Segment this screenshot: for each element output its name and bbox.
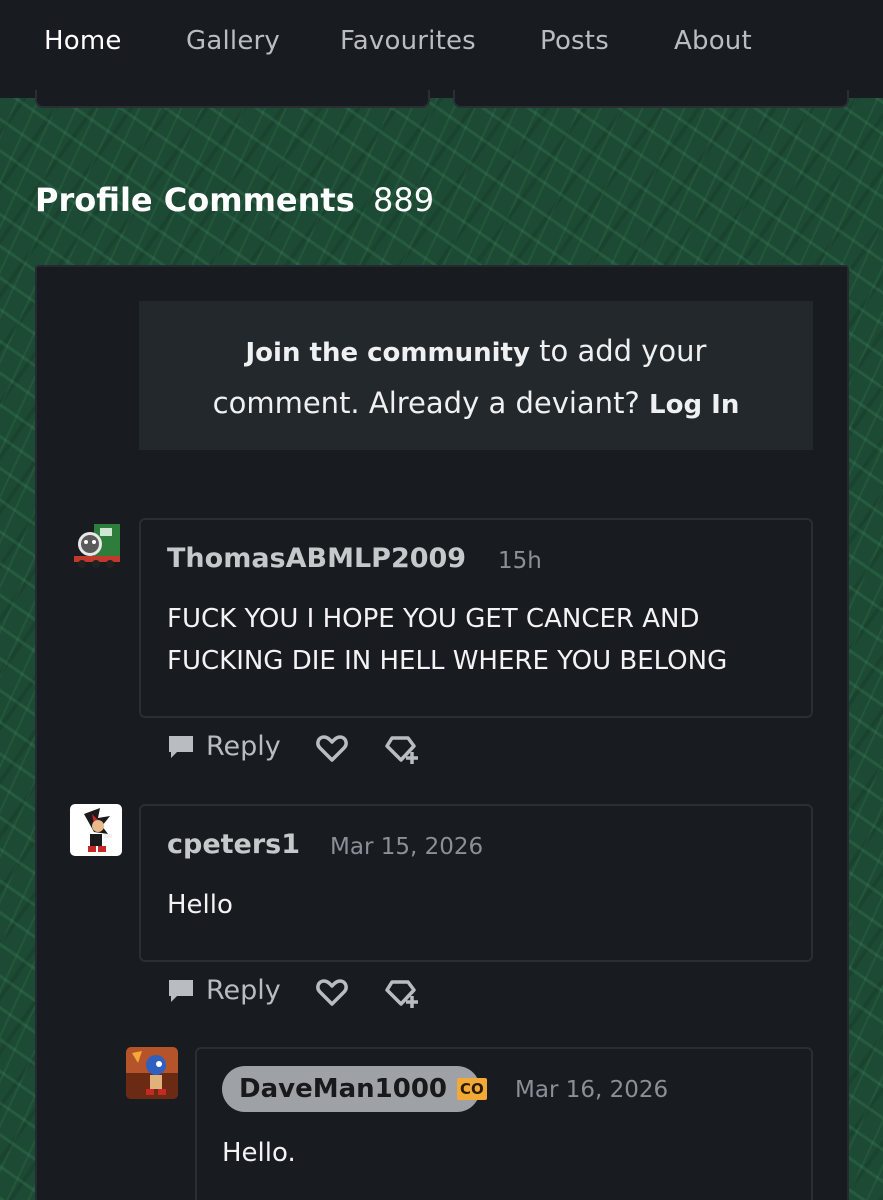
comment-author[interactable]: cpeters1 bbox=[167, 829, 300, 860]
tank-engine-avatar[interactable] bbox=[70, 518, 122, 570]
comment-line: FUCK YOU I HOPE YOU GET CANCER AND bbox=[167, 604, 700, 634]
comment-card bbox=[139, 804, 813, 962]
join-line-1: Join the community to add your bbox=[139, 326, 813, 378]
hedgehog-avatar[interactable] bbox=[70, 804, 122, 856]
comment-count: 889 bbox=[373, 181, 435, 219]
comment-author[interactable]: ThomasABMLP2009 bbox=[167, 543, 466, 574]
heart-icon bbox=[316, 979, 348, 1006]
nav-tab-about[interactable]: About bbox=[674, 26, 752, 56]
comment-line: Hello. bbox=[222, 1138, 296, 1168]
badge-plus-icon bbox=[385, 736, 418, 764]
core-badge: CO bbox=[457, 1078, 487, 1100]
favourite-button[interactable] bbox=[316, 734, 348, 764]
section-title: Profile Comments bbox=[35, 181, 355, 219]
nav-tab-home[interactable]: Home bbox=[44, 26, 122, 56]
comment-body: FUCK YOU I HOPE YOU GET CANCER AND FUCKI… bbox=[167, 598, 727, 682]
award-button[interactable] bbox=[384, 978, 420, 1010]
heart-icon bbox=[316, 735, 348, 762]
join-community-prompt: Join the community to add your comment. … bbox=[139, 301, 813, 450]
speech-bubble-icon bbox=[169, 735, 193, 758]
card-stub-right bbox=[453, 90, 849, 108]
game-art-avatar[interactable] bbox=[126, 1047, 178, 1099]
badge-plus-icon bbox=[385, 980, 418, 1008]
favourite-button[interactable] bbox=[316, 978, 348, 1008]
award-button[interactable] bbox=[384, 734, 420, 766]
reply-button[interactable]: Reply bbox=[166, 975, 281, 1006]
comment-timestamp[interactable]: Mar 15, 2026 bbox=[330, 834, 483, 860]
comment-timestamp[interactable]: 15h bbox=[498, 548, 542, 574]
card-stub-left bbox=[35, 90, 430, 108]
comment-line: FUCKING DIE IN HELL WHERE YOU BELONG bbox=[167, 646, 728, 676]
comment-timestamp[interactable]: Mar 16, 2026 bbox=[515, 1077, 668, 1103]
author-pill[interactable]: DaveMan1000 CO bbox=[222, 1066, 487, 1112]
join-text-2: comment. Already a deviant? bbox=[212, 386, 640, 420]
login-link[interactable]: Log In bbox=[649, 390, 739, 420]
reply-label: Reply bbox=[206, 975, 281, 1006]
comment-body: Hello. bbox=[222, 1132, 296, 1174]
reply-button[interactable]: Reply bbox=[166, 731, 281, 762]
reply-label: Reply bbox=[206, 731, 281, 762]
join-community-link[interactable]: Join the community bbox=[246, 338, 530, 368]
nav-tab-posts[interactable]: Posts bbox=[540, 26, 609, 56]
nav-tab-favourites[interactable]: Favourites bbox=[340, 26, 476, 56]
nav-tab-gallery[interactable]: Gallery bbox=[186, 26, 280, 56]
comment-author: DaveMan1000 bbox=[239, 1074, 447, 1104]
comment-line: Hello bbox=[167, 890, 233, 920]
join-line-2: comment. Already a deviant? Log In bbox=[139, 378, 813, 430]
speech-bubble-icon bbox=[169, 979, 193, 1002]
top-navigation: Home Gallery Favourites Posts About bbox=[0, 0, 883, 98]
join-text-1: to add your bbox=[529, 334, 707, 368]
comment-body: Hello bbox=[167, 884, 233, 926]
